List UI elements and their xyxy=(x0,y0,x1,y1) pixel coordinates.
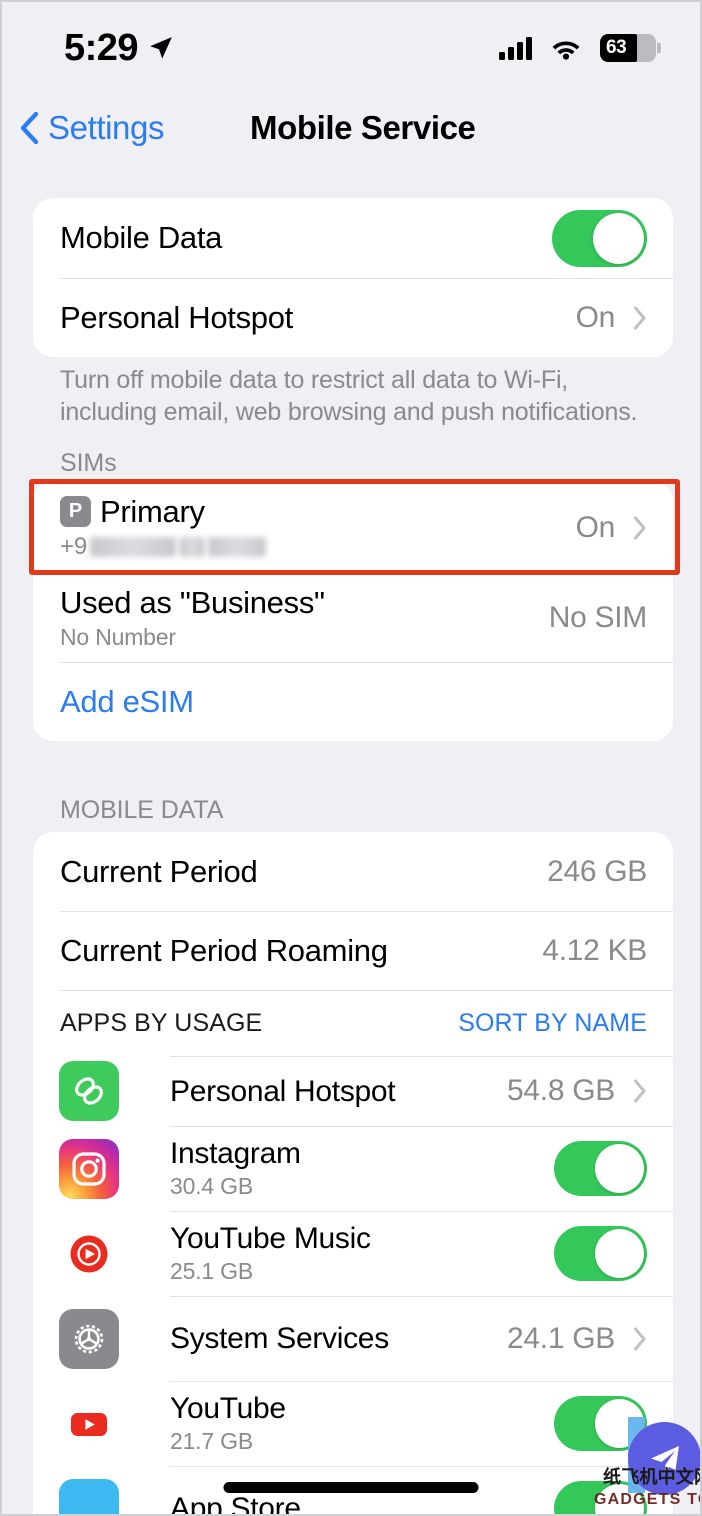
youtube-music-icon xyxy=(59,1223,119,1284)
chevron-left-icon xyxy=(20,111,39,145)
status-bar: 5:29 63 xyxy=(2,2,700,94)
row-sim-primary[interactable]: P Primary +9 On xyxy=(33,481,673,574)
row-add-esim[interactable]: Add eSIM xyxy=(33,662,673,741)
app-usage-size: 21.7 GB xyxy=(170,1428,253,1454)
mobile-data-label: Mobile Data xyxy=(60,220,223,256)
chevron-right-icon xyxy=(634,516,646,539)
redacted-number-part xyxy=(207,536,266,557)
mobile-data-card: Mobile Data Personal Hotspot On xyxy=(33,198,673,357)
personal-hotspot-label: Personal Hotspot xyxy=(60,299,293,335)
app-name: Personal Hotspot xyxy=(170,1074,396,1108)
add-esim-label: Add eSIM xyxy=(60,683,194,719)
sims-section-header: SIMs xyxy=(60,449,117,477)
nav-bar: Settings Mobile Service xyxy=(2,97,700,159)
app-store-icon xyxy=(59,1478,119,1514)
row-mobile-data[interactable]: Mobile Data xyxy=(33,198,673,278)
instagram-toggle[interactable] xyxy=(554,1141,647,1196)
redacted-number-part xyxy=(178,536,205,557)
watermark-gadgets-text: GADGETS TO USE xyxy=(594,1491,700,1508)
app-usage-value: 54.8 GB xyxy=(507,1074,615,1107)
app-usage-value: 24.1 GB xyxy=(507,1321,615,1355)
mobile-data-toggle[interactable] xyxy=(552,209,647,267)
business-sim-number: No Number xyxy=(60,624,176,651)
row-current-period-roaming[interactable]: Current Period Roaming 4.12 KB xyxy=(33,911,673,990)
business-sim-value: No SIM xyxy=(548,601,648,634)
app-name: App Store xyxy=(170,1492,301,1516)
chevron-right-icon xyxy=(634,1079,646,1103)
primary-sim-label: Primary xyxy=(100,494,205,530)
youtube-icon xyxy=(59,1393,119,1454)
system-services-icon xyxy=(59,1308,119,1369)
apps-by-usage-label: APPS BY USAGE xyxy=(60,1008,263,1037)
current-period-label: Current Period xyxy=(60,853,258,889)
chevron-right-icon xyxy=(634,306,646,329)
app-row-personal-hotspot[interactable]: Personal Hotspot 54.8 GB xyxy=(33,1056,673,1126)
roaming-value: 4.12 KB xyxy=(542,933,647,967)
primary-sim-number: +9 xyxy=(60,533,576,561)
apps-by-usage-header-row: APPS BY USAGE SORT BY NAME xyxy=(33,990,673,1056)
cellular-signal-icon xyxy=(499,36,532,60)
sort-by-name-button[interactable]: SORT BY NAME xyxy=(458,1009,647,1038)
primary-sim-badge: P xyxy=(60,496,91,528)
mobile-data-section-header: MOBILE DATA xyxy=(60,796,224,824)
chevron-right-icon xyxy=(634,1327,646,1350)
app-row-youtube[interactable]: YouTube 21.7 GB xyxy=(33,1381,673,1466)
personal-hotspot-value: On xyxy=(575,300,616,334)
back-button-label: Settings xyxy=(48,109,165,146)
mobile-data-footnote: Turn off mobile data to restrict all dat… xyxy=(60,366,638,426)
youtube-music-toggle[interactable] xyxy=(554,1226,647,1281)
instagram-icon xyxy=(59,1138,119,1199)
roaming-label: Current Period Roaming xyxy=(60,932,388,968)
page-title: Mobile Service xyxy=(250,109,476,146)
app-name: YouTube Music xyxy=(170,1222,371,1255)
app-usage-size: 30.4 GB xyxy=(170,1173,253,1199)
personal-hotspot-icon xyxy=(59,1061,119,1121)
row-sim-business[interactable]: Used as "Business" No Number No SIM xyxy=(33,574,673,662)
status-time: 5:29 xyxy=(64,26,139,69)
app-name: System Services xyxy=(170,1322,389,1355)
app-usage-size: 25.1 GB xyxy=(170,1258,253,1284)
business-sim-label: Used as "Business" xyxy=(60,584,325,620)
home-indicator[interactable] xyxy=(223,1482,479,1493)
status-bar-right: 63 xyxy=(499,34,661,62)
location-arrow-icon xyxy=(150,37,172,59)
wifi-icon xyxy=(552,41,580,60)
iphone-settings-screen: 5:29 63 Settings Mobile Service Mobile D… xyxy=(0,0,702,1516)
row-current-period[interactable]: Current Period 246 GB xyxy=(33,832,673,911)
back-button[interactable]: Settings xyxy=(18,97,164,159)
redacted-number-part xyxy=(89,536,176,557)
data-usage-card: Current Period 246 GB Current Period Roa… xyxy=(33,832,673,1516)
status-bar-left: 5:29 xyxy=(64,27,174,70)
app-row-youtube-music[interactable]: YouTube Music 25.1 GB xyxy=(33,1211,673,1296)
app-name: YouTube xyxy=(170,1392,286,1425)
battery-percent: 63 xyxy=(606,37,627,58)
app-row-system-services[interactable]: System Services 24.1 GB xyxy=(33,1296,673,1381)
row-personal-hotspot[interactable]: Personal Hotspot On xyxy=(33,278,673,357)
battery-icon: 63 xyxy=(600,34,661,62)
watermark-cn-text: 纸飞机中文网 xyxy=(603,1467,702,1487)
sims-card: P Primary +9 On Used as "Business" No Nu… xyxy=(33,481,673,741)
app-row-instagram[interactable]: Instagram 30.4 GB xyxy=(33,1126,673,1211)
current-period-value: 246 GB xyxy=(547,854,647,888)
app-name: Instagram xyxy=(170,1137,301,1170)
primary-sim-value: On xyxy=(575,510,616,544)
